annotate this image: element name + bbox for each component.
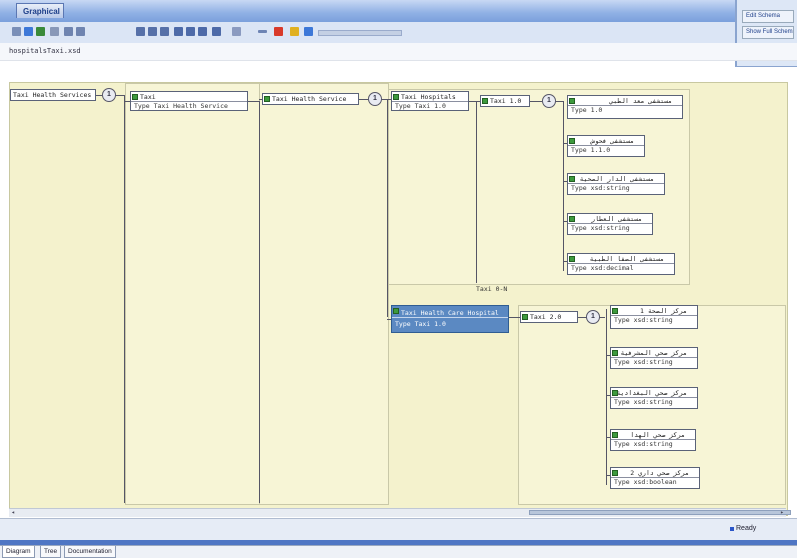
connector: [530, 101, 542, 102]
tab-diagram[interactable]: Diagram: [2, 546, 35, 558]
connector: [247, 101, 259, 102]
scroll-left-icon[interactable]: ◂: [9, 509, 17, 517]
element-icon: [612, 308, 618, 314]
connector: [124, 95, 125, 503]
grid-icon[interactable]: [212, 27, 221, 36]
schema-node-hospital[interactable]: مستشفى الصفا الطبية Type xsd:decimal: [567, 253, 675, 275]
connector: [508, 317, 520, 318]
element-icon: [569, 216, 575, 222]
schema-node-health-center[interactable]: مركز صحي داري 2 Type xsd:boolean: [610, 467, 700, 489]
path-bar: hospitalsTaxi.xsd: [0, 43, 797, 61]
schema-node-taxi-health-care[interactable]: Taxi Health Care Hospital Type Taxi 1.0: [391, 305, 509, 333]
zoom-out-icon[interactable]: [186, 27, 195, 36]
diagram-canvas[interactable]: Taxi Health Services 1 Taxi Type Taxi He…: [9, 82, 788, 516]
warning-icon[interactable]: [290, 27, 299, 36]
element-icon: [569, 256, 575, 262]
element-icon: [569, 138, 575, 144]
schema-node-hospital[interactable]: مستشفى فحوش Type 1.1.0: [567, 135, 645, 157]
schema-node-taxi-health-service[interactable]: Taxi Health Service: [262, 93, 359, 105]
element-icon: [393, 308, 399, 314]
sequence-icon[interactable]: 1: [586, 310, 600, 324]
schema-node-health-center[interactable]: مركز صحي الهدا Type xsd:string: [610, 429, 696, 451]
schema-node-root[interactable]: Taxi Health Services: [10, 89, 96, 101]
element-icon: [569, 98, 575, 104]
status-icon: [730, 527, 734, 531]
open-icon[interactable]: [24, 27, 33, 36]
redo-icon[interactable]: [148, 27, 157, 36]
sequence-icon[interactable]: 1: [368, 92, 382, 106]
tab-documentation[interactable]: Documentation: [64, 546, 116, 558]
element-icon: [612, 470, 618, 476]
connector: [476, 101, 477, 283]
validate-icon[interactable]: [232, 27, 241, 36]
element-icon[interactable]: [304, 27, 313, 36]
sequence-icon[interactable]: 1: [542, 94, 556, 108]
schema-node-health-center[interactable]: مركز صحي البغدادية Type xsd:string: [610, 387, 698, 409]
view-tabs: Diagram Tree Documentation: [0, 545, 797, 558]
connector: [606, 309, 607, 485]
schema-node-taxi-1-0[interactable]: Taxi 1.0: [480, 95, 530, 107]
undo-icon[interactable]: [136, 27, 145, 36]
status-text: Ready: [736, 525, 757, 532]
graphical-tab[interactable]: Graphical: [16, 3, 64, 18]
new-icon[interactable]: [12, 27, 21, 36]
scroll-thumb[interactable]: [529, 510, 791, 515]
schema-node-health-center[interactable]: مركز الصحة 1 Type xsd:string: [610, 305, 698, 329]
schema-node-hospital[interactable]: مستشفى العطار Type xsd:string: [567, 213, 653, 235]
schema-node-taxi-hospitals[interactable]: Taxi Hospitals Type Taxi 1.0: [391, 91, 469, 111]
element-icon: [612, 350, 618, 356]
element-icon: [482, 98, 488, 104]
scroll-right-icon[interactable]: ▸: [778, 509, 786, 517]
horizontal-scrollbar[interactable]: ◂ ▸: [9, 508, 791, 517]
zoom-in-icon[interactable]: [174, 27, 183, 36]
element-icon: [612, 390, 618, 396]
schema-path: hospitalsTaxi.xsd: [9, 47, 81, 55]
occurrence-label: Taxi 0-N: [476, 285, 508, 293]
save-icon[interactable]: [36, 27, 45, 36]
title-bar: Graphical: [0, 0, 735, 22]
column-panel: [125, 83, 261, 505]
connector: [259, 101, 260, 503]
connector: [381, 99, 391, 100]
zoom-slider[interactable]: [318, 30, 402, 36]
column-panel: [259, 83, 389, 505]
copy-icon[interactable]: [76, 27, 85, 36]
connector: [555, 101, 563, 102]
element-icon: [569, 176, 575, 182]
delete-icon[interactable]: [274, 27, 283, 36]
tab-tree[interactable]: Tree: [40, 546, 62, 558]
element-icon: [264, 96, 270, 102]
fit-icon[interactable]: [198, 27, 207, 36]
connector: [358, 99, 368, 100]
toolbar: [0, 22, 735, 44]
edit-schema-button[interactable]: Edit Schema: [742, 10, 794, 23]
element-icon: [612, 432, 618, 438]
schema-node-hospital[interactable]: مستشفى معد الطبي Type 1.0: [567, 95, 683, 119]
element-icon: [132, 94, 138, 100]
schema-node-hospital[interactable]: مستشفى الدار الصحية Type xsd:string: [567, 173, 665, 195]
sequence-icon[interactable]: 1: [102, 88, 116, 102]
element-icon: [522, 314, 528, 320]
find-icon[interactable]: [160, 27, 169, 36]
status-bar: Ready: [0, 518, 797, 541]
connector: [563, 101, 564, 271]
connector: [387, 99, 388, 317]
minus-icon[interactable]: [258, 30, 267, 33]
schema-node-health-center[interactable]: مركز صحي المشرفية Type xsd:string: [610, 347, 698, 369]
schema-node-taxi-2-0[interactable]: Taxi 2.0: [520, 311, 578, 323]
print-icon[interactable]: [50, 27, 59, 36]
schema-node-taxi[interactable]: Taxi Type Taxi Health Service: [130, 91, 248, 111]
cut-icon[interactable]: [64, 27, 73, 36]
connector: [468, 101, 480, 102]
show-full-schema-button[interactable]: Show Full Schema: [742, 26, 794, 39]
element-icon: [393, 94, 399, 100]
